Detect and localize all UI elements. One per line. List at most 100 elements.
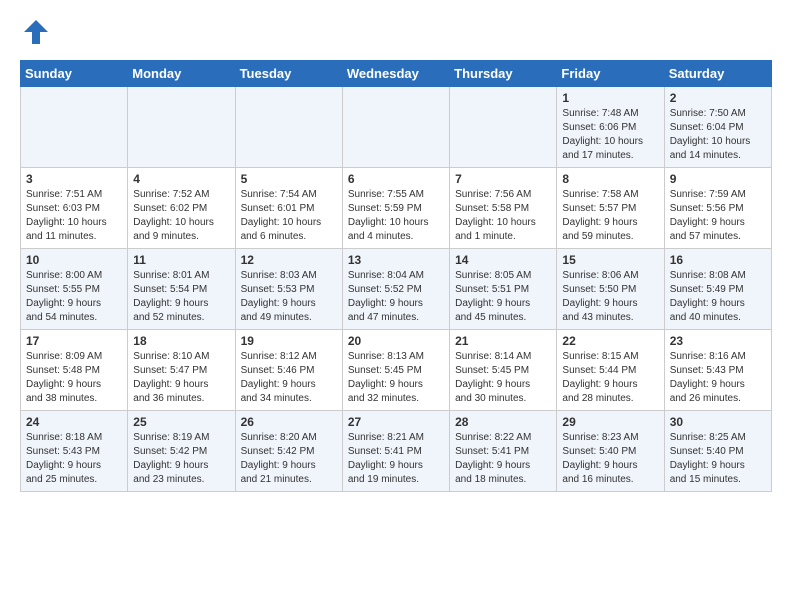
- day-cell: 10Sunrise: 8:00 AM Sunset: 5:55 PM Dayli…: [21, 249, 128, 330]
- day-info: Sunrise: 7:50 AM Sunset: 6:04 PM Dayligh…: [670, 107, 766, 163]
- day-info: Sunrise: 8:04 AM Sunset: 5:52 PM Dayligh…: [348, 269, 444, 325]
- day-number: 16: [670, 253, 766, 267]
- day-info: Sunrise: 7:54 AM Sunset: 6:01 PM Dayligh…: [241, 188, 337, 244]
- col-header-wednesday: Wednesday: [342, 61, 449, 87]
- day-number: 19: [241, 334, 337, 348]
- day-cell: 13 Sunrise: 8:04 AM Sunset: 5:52 PM Dayli…: [342, 249, 449, 330]
- day-cell: 15 Sunrise: 8:06 AM Sunset: 5:50 PM Dayli…: [557, 249, 664, 330]
- day-info: Sunrise: 8:08 AM Sunset: 5:49 PM Dayligh…: [670, 269, 766, 325]
- day-number: 21: [455, 334, 551, 348]
- day-cell: [450, 87, 557, 168]
- week-row-3: 10Sunrise: 8:00 AM Sunset: 5:55 PM Dayli…: [21, 249, 772, 330]
- day-number: 6: [348, 172, 444, 186]
- day-cell: 7 Sunrise: 7:56 AM Sunset: 5:58 PM Daylig…: [450, 168, 557, 249]
- day-number: 24: [26, 415, 122, 429]
- day-info: Sunrise: 7:51 AM Sunset: 6:03 PM Dayligh…: [26, 188, 122, 244]
- day-number: 26: [241, 415, 337, 429]
- day-info: Sunrise: 8:25 AM Sunset: 5:40 PM Dayligh…: [670, 431, 766, 487]
- day-info: Sunrise: 8:13 AM Sunset: 5:45 PM Dayligh…: [348, 350, 444, 406]
- day-info: Sunrise: 7:48 AM Sunset: 6:06 PM Dayligh…: [562, 107, 658, 163]
- day-cell: [235, 87, 342, 168]
- day-cell: 6 Sunrise: 7:55 AM Sunset: 5:59 PM Daylig…: [342, 168, 449, 249]
- day-info: Sunrise: 7:55 AM Sunset: 5:59 PM Dayligh…: [348, 188, 444, 244]
- day-cell: 5 Sunrise: 7:54 AM Sunset: 6:01 PM Daylig…: [235, 168, 342, 249]
- day-info: Sunrise: 7:59 AM Sunset: 5:56 PM Dayligh…: [670, 188, 766, 244]
- day-info: Sunrise: 7:56 AM Sunset: 5:58 PM Dayligh…: [455, 188, 551, 244]
- day-cell: 17 Sunrise: 8:09 AM Sunset: 5:48 PM Dayli…: [21, 330, 128, 411]
- day-number: 7: [455, 172, 551, 186]
- day-info: Sunrise: 8:01 AM Sunset: 5:54 PM Dayligh…: [133, 269, 229, 325]
- day-info: Sunrise: 7:58 AM Sunset: 5:57 PM Dayligh…: [562, 188, 658, 244]
- week-row-5: 24 Sunrise: 8:18 AM Sunset: 5:43 PM Dayli…: [21, 411, 772, 492]
- day-cell: 4Sunrise: 7:52 AM Sunset: 6:02 PM Daylig…: [128, 168, 235, 249]
- day-number: 13: [348, 253, 444, 267]
- day-info: Sunrise: 8:18 AM Sunset: 5:43 PM Dayligh…: [26, 431, 122, 487]
- day-number: 10: [26, 253, 122, 267]
- day-cell: 26 Sunrise: 8:20 AM Sunset: 5:42 PM Dayli…: [235, 411, 342, 492]
- day-cell: 28Sunrise: 8:22 AM Sunset: 5:41 PM Dayli…: [450, 411, 557, 492]
- col-header-sunday: Sunday: [21, 61, 128, 87]
- day-number: 28: [455, 415, 551, 429]
- day-info: Sunrise: 8:03 AM Sunset: 5:53 PM Dayligh…: [241, 269, 337, 325]
- day-cell: 19 Sunrise: 8:12 AM Sunset: 5:46 PM Dayli…: [235, 330, 342, 411]
- day-info: Sunrise: 8:09 AM Sunset: 5:48 PM Dayligh…: [26, 350, 122, 406]
- day-cell: [21, 87, 128, 168]
- day-number: 22: [562, 334, 658, 348]
- col-header-monday: Monday: [128, 61, 235, 87]
- day-cell: 23Sunrise: 8:16 AM Sunset: 5:43 PM Dayli…: [664, 330, 771, 411]
- day-info: Sunrise: 8:23 AM Sunset: 5:40 PM Dayligh…: [562, 431, 658, 487]
- day-number: 23: [670, 334, 766, 348]
- day-info: Sunrise: 8:05 AM Sunset: 5:51 PM Dayligh…: [455, 269, 551, 325]
- day-cell: 27 Sunrise: 8:21 AM Sunset: 5:41 PM Dayli…: [342, 411, 449, 492]
- day-number: 9: [670, 172, 766, 186]
- day-info: Sunrise: 8:19 AM Sunset: 5:42 PM Dayligh…: [133, 431, 229, 487]
- week-row-2: 3 Sunrise: 7:51 AM Sunset: 6:03 PM Daylig…: [21, 168, 772, 249]
- day-cell: 11 Sunrise: 8:01 AM Sunset: 5:54 PM Dayli…: [128, 249, 235, 330]
- day-info: Sunrise: 8:14 AM Sunset: 5:45 PM Dayligh…: [455, 350, 551, 406]
- day-info: Sunrise: 8:06 AM Sunset: 5:50 PM Dayligh…: [562, 269, 658, 325]
- week-row-4: 17 Sunrise: 8:09 AM Sunset: 5:48 PM Dayli…: [21, 330, 772, 411]
- logo-icon: [20, 16, 52, 48]
- week-row-1: 1Sunrise: 7:48 AM Sunset: 6:06 PM Daylig…: [21, 87, 772, 168]
- day-number: 29: [562, 415, 658, 429]
- day-cell: 29 Sunrise: 8:23 AM Sunset: 5:40 PM Dayli…: [557, 411, 664, 492]
- day-cell: [128, 87, 235, 168]
- day-number: 15: [562, 253, 658, 267]
- day-cell: 14Sunrise: 8:05 AM Sunset: 5:51 PM Dayli…: [450, 249, 557, 330]
- day-number: 8: [562, 172, 658, 186]
- day-cell: 2 Sunrise: 7:50 AM Sunset: 6:04 PM Daylig…: [664, 87, 771, 168]
- day-number: 5: [241, 172, 337, 186]
- col-header-thursday: Thursday: [450, 61, 557, 87]
- day-number: 18: [133, 334, 229, 348]
- day-number: 25: [133, 415, 229, 429]
- day-cell: 30Sunrise: 8:25 AM Sunset: 5:40 PM Dayli…: [664, 411, 771, 492]
- day-info: Sunrise: 7:52 AM Sunset: 6:02 PM Dayligh…: [133, 188, 229, 244]
- col-header-tuesday: Tuesday: [235, 61, 342, 87]
- day-info: Sunrise: 8:21 AM Sunset: 5:41 PM Dayligh…: [348, 431, 444, 487]
- day-info: Sunrise: 8:20 AM Sunset: 5:42 PM Dayligh…: [241, 431, 337, 487]
- day-cell: 3 Sunrise: 7:51 AM Sunset: 6:03 PM Daylig…: [21, 168, 128, 249]
- day-cell: 9 Sunrise: 7:59 AM Sunset: 5:56 PM Daylig…: [664, 168, 771, 249]
- day-cell: 20Sunrise: 8:13 AM Sunset: 5:45 PM Dayli…: [342, 330, 449, 411]
- calendar-table: SundayMondayTuesdayWednesdayThursdayFrid…: [20, 60, 772, 492]
- col-header-friday: Friday: [557, 61, 664, 87]
- header: [20, 16, 772, 48]
- day-cell: 12 Sunrise: 8:03 AM Sunset: 5:53 PM Dayli…: [235, 249, 342, 330]
- day-number: 3: [26, 172, 122, 186]
- day-number: 2: [670, 91, 766, 105]
- day-number: 12: [241, 253, 337, 267]
- day-number: 11: [133, 253, 229, 267]
- day-info: Sunrise: 8:12 AM Sunset: 5:46 PM Dayligh…: [241, 350, 337, 406]
- page-container: SundayMondayTuesdayWednesdayThursdayFrid…: [0, 0, 792, 502]
- day-cell: [342, 87, 449, 168]
- day-number: 17: [26, 334, 122, 348]
- day-number: 27: [348, 415, 444, 429]
- day-cell: 25 Sunrise: 8:19 AM Sunset: 5:42 PM Dayli…: [128, 411, 235, 492]
- logo: [20, 16, 56, 48]
- day-info: Sunrise: 8:10 AM Sunset: 5:47 PM Dayligh…: [133, 350, 229, 406]
- day-cell: 8 Sunrise: 7:58 AM Sunset: 5:57 PM Daylig…: [557, 168, 664, 249]
- header-row: SundayMondayTuesdayWednesdayThursdayFrid…: [21, 61, 772, 87]
- day-cell: 1Sunrise: 7:48 AM Sunset: 6:06 PM Daylig…: [557, 87, 664, 168]
- day-info: Sunrise: 8:15 AM Sunset: 5:44 PM Dayligh…: [562, 350, 658, 406]
- col-header-saturday: Saturday: [664, 61, 771, 87]
